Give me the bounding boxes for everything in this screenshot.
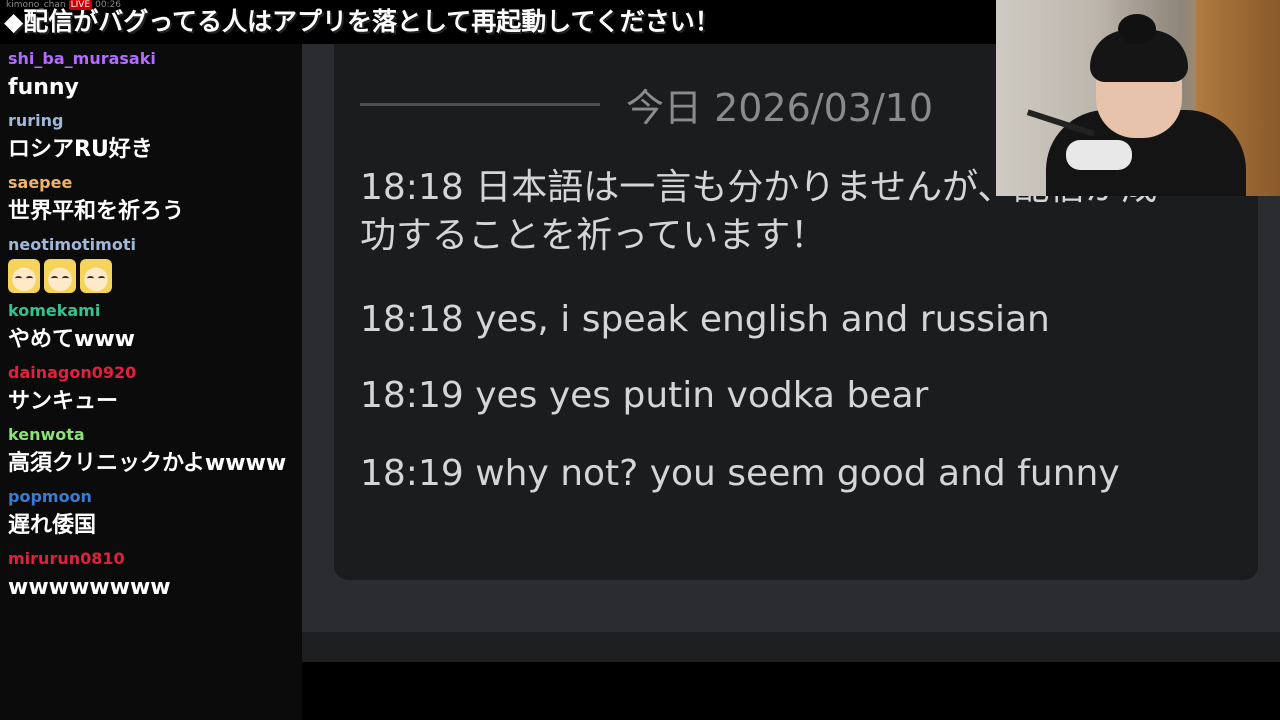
- chat-username[interactable]: neotimotimoti: [8, 234, 294, 256]
- chat-message: ruring ロシアRU好き: [0, 106, 302, 168]
- shared-screen-footer: [302, 632, 1280, 662]
- date-label: 今日 2026/03/10: [626, 85, 934, 130]
- banner-title: ◆配信がバグってる人はアプリを落として再起動してください！: [4, 7, 720, 36]
- chat-text: 世界平和を祈ろう: [8, 199, 185, 224]
- chat-message: komekami やめてwww: [0, 296, 302, 358]
- chat-username[interactable]: kenwota: [8, 424, 294, 446]
- chat-username[interactable]: saepee: [8, 172, 294, 194]
- chat-text: 遅れ倭国: [8, 513, 97, 538]
- chat-text: 高須クリニックかよwwww: [8, 451, 287, 476]
- laughing-emote-icon: [8, 259, 40, 293]
- live-badge: LIVE: [68, 0, 93, 10]
- chat-username[interactable]: komekami: [8, 300, 294, 322]
- chat-text: funny: [8, 75, 79, 100]
- banner-peek: kimono_chan LIVE 00:26: [6, 0, 121, 10]
- chat-text: ロシアRU好き: [8, 137, 153, 162]
- chat-message: kenwota 高須クリニックかよwwww: [0, 420, 302, 482]
- dm-message: 18:19 yes yes putin vodka bear: [360, 375, 929, 416]
- chat-text: wwwwwwww: [8, 575, 171, 600]
- dm-message: 18:19 why not? you seem good and funny: [360, 453, 1120, 494]
- chat-message: saepee 世界平和を祈ろう: [0, 168, 302, 230]
- microphone-icon: [1066, 140, 1132, 170]
- chat-username[interactable]: shi_ba_murasaki: [8, 48, 294, 70]
- webcam-hair-bun: [1118, 14, 1156, 44]
- chat-message: neotimotimoti: [0, 230, 302, 296]
- dm-message: 18:18 yes, i speak english and russian: [360, 299, 1050, 340]
- webcam-overlay: [996, 0, 1280, 196]
- chat-emotes: [8, 256, 294, 296]
- divider-line: [360, 102, 600, 106]
- peek-time: 00:26: [95, 0, 122, 10]
- date-divider: 今日 2026/03/10: [360, 74, 933, 134]
- chat-message: mirurun0810 wwwwwwww: [0, 544, 302, 606]
- chat-message: shi_ba_murasaki funny: [0, 44, 302, 106]
- laughing-emote-icon: [80, 259, 112, 293]
- laughing-emote-icon: [44, 259, 76, 293]
- chat-panel: shi_ba_murasaki funny ruring ロシアRU好き sae…: [0, 44, 302, 720]
- stream-banner: ◆配信がバグってる人はアプリを落として再起動してください！: [0, 0, 996, 44]
- chat-message: popmoon 遅れ倭国: [0, 482, 302, 544]
- chat-message: dainagon0920 サンキュー: [0, 358, 302, 420]
- chat-username[interactable]: popmoon: [8, 486, 294, 508]
- chat-text: やめてwww: [8, 327, 135, 352]
- chat-username[interactable]: ruring: [8, 110, 294, 132]
- chat-username[interactable]: dainagon0920: [8, 362, 294, 384]
- peek-channel: kimono_chan: [6, 0, 66, 10]
- chat-username[interactable]: mirurun0810: [8, 548, 294, 570]
- chat-text: サンキュー: [8, 389, 119, 414]
